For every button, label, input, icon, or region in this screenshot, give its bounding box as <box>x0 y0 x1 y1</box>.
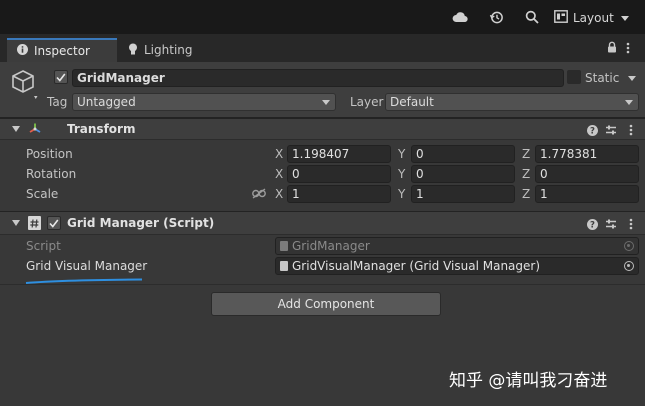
lightbulb-icon <box>128 43 138 58</box>
grid-manager-title: Grid Manager (Script) <box>67 216 215 230</box>
chevron-down-icon <box>322 100 330 105</box>
more-options-icon[interactable] <box>626 42 630 57</box>
grid-visual-manager-label: Grid Visual Manager <box>26 259 148 273</box>
rotation-x-field[interactable]: 0 <box>287 165 391 183</box>
position-y-field[interactable]: 0 <box>411 145 515 163</box>
object-picker-icon[interactable] <box>624 261 634 271</box>
gameobject-header: GridManager Static Tag Untagged Layer De… <box>0 62 645 118</box>
position-z-field[interactable]: 1.778381 <box>535 145 639 163</box>
help-icon[interactable]: ? <box>585 217 599 231</box>
scale-y-field[interactable]: 1 <box>411 185 515 203</box>
help-icon[interactable]: ? <box>585 123 599 137</box>
axis-y-label[interactable]: Y <box>398 147 405 161</box>
axis-x-label[interactable]: X <box>275 147 283 161</box>
axis-z-label[interactable]: Z <box>522 167 530 181</box>
script-field: GridManager <box>275 237 639 255</box>
add-component-button[interactable]: Add Component <box>211 292 441 316</box>
grid-visual-manager-field[interactable]: GridVisualManager (Grid Visual Manager) <box>275 257 639 275</box>
layer-value: Default <box>390 95 434 109</box>
more-options-icon[interactable] <box>624 217 638 231</box>
active-checkbox[interactable] <box>54 70 68 84</box>
watermark: 知乎 @请叫我刁奋进 <box>449 371 608 391</box>
more-options-icon[interactable] <box>624 123 638 137</box>
tab-lighting-label: Lighting <box>144 43 193 57</box>
script-file-icon <box>280 241 288 251</box>
axis-z-label[interactable]: Z <box>522 187 530 201</box>
gameobject-cube-icon[interactable] <box>11 68 43 103</box>
transform-header[interactable]: Transform ? <box>0 118 645 140</box>
chevron-down-icon <box>620 15 629 21</box>
scale-z-field[interactable]: 1 <box>535 185 639 203</box>
script-file-icon <box>280 261 288 271</box>
preset-icon[interactable] <box>604 217 618 231</box>
static-checkbox[interactable] <box>567 70 581 84</box>
static-dropdown-arrow[interactable] <box>628 76 636 81</box>
scale-x-field[interactable]: 1 <box>287 185 391 203</box>
script-hash-icon <box>28 216 41 230</box>
layout-dropdown[interactable]: Layout <box>554 8 634 28</box>
tag-dropdown[interactable]: Untagged <box>72 93 336 111</box>
tab-inspector[interactable]: Inspector <box>7 38 117 62</box>
preset-icon[interactable] <box>604 123 618 137</box>
history-icon[interactable] <box>487 9 505 25</box>
position-label: Position <box>26 147 73 161</box>
rotation-label: Rotation <box>26 167 77 181</box>
axis-z-label[interactable]: Z <box>522 147 530 161</box>
layout-icon <box>554 10 568 26</box>
info-icon <box>17 44 28 58</box>
script-label: Script <box>26 239 61 253</box>
top-toolbar: Layout <box>0 0 645 34</box>
script-value: GridManager <box>292 239 370 253</box>
lock-icon[interactable] <box>607 41 617 56</box>
rotation-z-field[interactable]: 0 <box>535 165 639 183</box>
tag-label: Tag <box>47 95 68 109</box>
axis-x-label[interactable]: X <box>275 187 283 201</box>
chevron-down-icon <box>625 100 633 105</box>
transform-title: Transform <box>67 122 136 136</box>
layer-dropdown[interactable]: Default <box>385 93 639 111</box>
rotation-y-field[interactable]: 0 <box>411 165 515 183</box>
search-icon[interactable] <box>523 9 541 25</box>
tab-strip: Inspector Lighting <box>0 34 645 62</box>
foldout-arrow-icon[interactable] <box>12 126 20 132</box>
tab-inspector-label: Inspector <box>34 44 90 58</box>
grid-visual-manager-value: GridVisualManager (Grid Visual Manager) <box>292 259 541 273</box>
layer-label: Layer <box>350 95 384 109</box>
transform-icon <box>28 122 42 139</box>
annotation-underline <box>24 275 144 289</box>
grid-manager-header[interactable]: Grid Manager (Script) ? <box>0 211 645 235</box>
object-picker-icon <box>624 241 634 251</box>
position-x-field[interactable]: 1.198407 <box>287 145 391 163</box>
foldout-arrow-icon[interactable] <box>12 220 20 226</box>
gameobject-name-field[interactable]: GridManager <box>72 69 564 87</box>
svg-text:?: ? <box>590 220 595 229</box>
layout-label: Layout <box>573 11 614 25</box>
scale-label: Scale <box>26 187 59 201</box>
component-enabled-checkbox[interactable] <box>47 216 61 230</box>
axis-y-label[interactable]: Y <box>398 187 405 201</box>
component-divider <box>0 284 645 285</box>
axis-x-label[interactable]: X <box>275 167 283 181</box>
tag-value: Untagged <box>77 95 136 109</box>
static-label: Static <box>585 71 620 85</box>
constrain-proportions-icon[interactable] <box>252 188 266 202</box>
tab-lighting[interactable]: Lighting <box>118 38 208 62</box>
svg-text:?: ? <box>590 126 595 135</box>
cloud-icon[interactable] <box>451 9 469 25</box>
axis-y-label[interactable]: Y <box>398 167 405 181</box>
